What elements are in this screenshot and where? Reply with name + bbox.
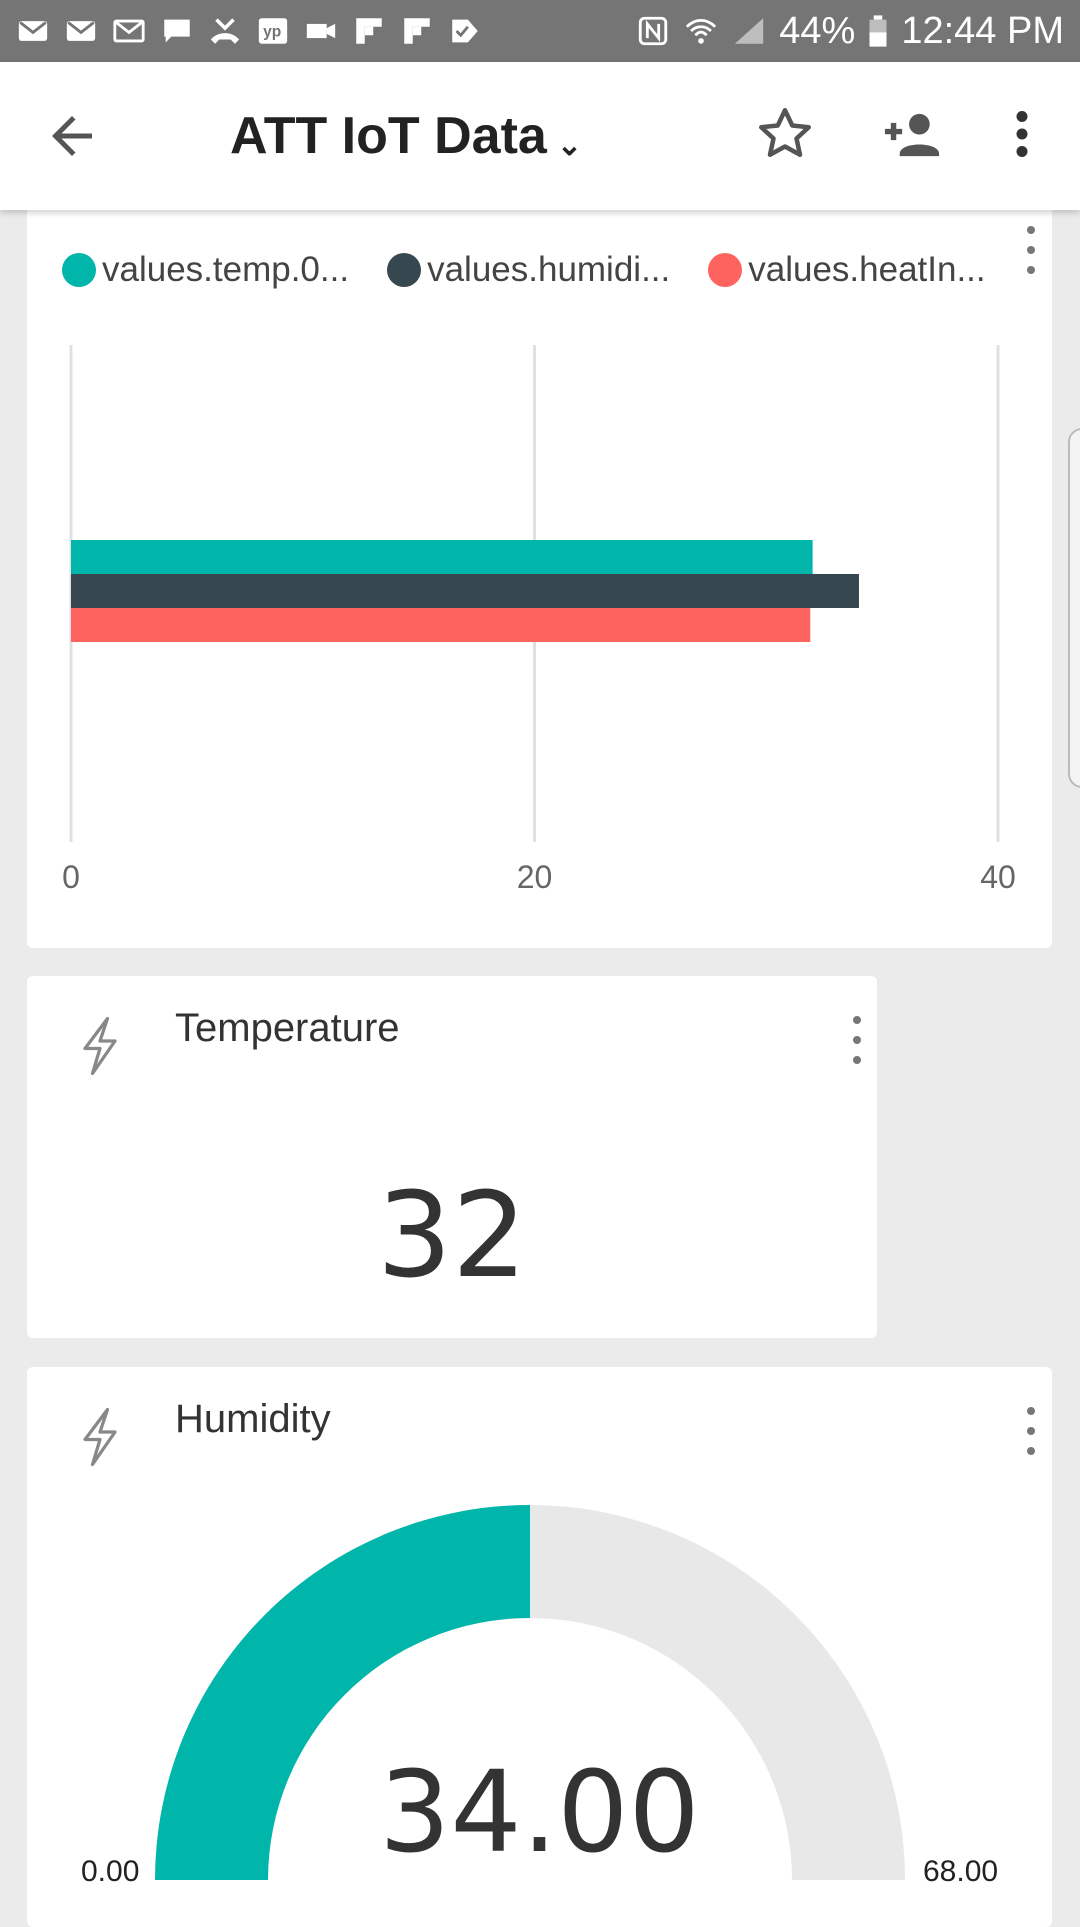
back-button[interactable] [42, 106, 102, 166]
legend-swatch [708, 253, 743, 287]
signal-icon [731, 14, 767, 48]
bar-chart: 0 20 40 [62, 345, 1016, 895]
arrow-left-icon [52, 116, 92, 156]
x-tick-label: 0 [62, 859, 80, 895]
battery-percent: 44% [779, 9, 856, 52]
gmail-icon [112, 14, 146, 48]
status-bar: yp 44% 12:44 PM [0, 0, 1080, 62]
legend-item[interactable]: values.heatIn... [708, 250, 986, 290]
app-bar: ATT IoT Data ⌄ [0, 62, 1080, 210]
share-add-person-button[interactable] [880, 104, 944, 164]
card-title: Humidity [175, 1397, 331, 1441]
legend-label: values.heatIn... [748, 250, 986, 289]
bar-chart-card: 0 20 40 values.temp.0... values.humidi... … [27, 190, 1052, 948]
flipboard-icon [352, 14, 386, 48]
legend-swatch [387, 253, 422, 287]
temperature-value: 32 [376, 1166, 528, 1304]
temperature-card-menu-button[interactable] [839, 1010, 875, 1070]
favorite-button[interactable] [755, 104, 815, 164]
legend-label: values.humidi... [427, 250, 671, 289]
flipboard-icon [400, 14, 434, 48]
legend-item[interactable]: values.humidi... [387, 250, 670, 290]
chat-icon [160, 14, 194, 48]
wifi-icon [683, 14, 719, 48]
nfc-icon [635, 14, 671, 48]
add-person-icon [884, 113, 940, 157]
battery-icon [867, 14, 889, 48]
more-vertical-icon [1027, 226, 1035, 274]
notification-icons: yp [16, 14, 482, 48]
yp-icon: yp [256, 14, 290, 48]
humidity-value: 34.00 [379, 1748, 700, 1878]
gauge-max-label: 68.00 [923, 1855, 999, 1888]
check-tag-icon [448, 14, 482, 48]
legend-item[interactable]: values.temp.0... [62, 250, 349, 290]
legend-swatch [62, 253, 96, 287]
gauge-min-label: 0.00 [81, 1855, 140, 1888]
chevron-down-icon: ⌄ [556, 128, 582, 162]
lightning-icon [75, 1016, 125, 1076]
humidity-card: Humidity 34.00 0.00 68.00 [27, 1367, 1052, 1927]
more-vertical-icon [1016, 111, 1028, 157]
clock: 12:44 PM [901, 9, 1064, 52]
mail-icon [64, 14, 98, 48]
page-title: ATT IoT Data [230, 107, 547, 165]
overflow-menu-button[interactable] [1000, 104, 1044, 164]
x-tick-label: 40 [980, 859, 1016, 895]
svg-text:yp: yp [263, 24, 281, 41]
lightning-icon [75, 1407, 125, 1467]
bar-2[interactable] [71, 574, 859, 608]
chart-legend: values.temp.0... values.humidi... values… [62, 250, 986, 290]
edge-panel-handle[interactable] [1068, 428, 1080, 788]
bar-3[interactable] [71, 608, 811, 642]
chart-card-menu-button[interactable] [1013, 220, 1049, 280]
card-title: Temperature [175, 1006, 400, 1050]
humidity-card-menu-button[interactable] [1013, 1401, 1049, 1461]
video-icon [304, 14, 338, 48]
dashboard-title-dropdown[interactable]: ATT IoT Data ⌄ [230, 106, 582, 166]
system-status: 44% 12:44 PM [635, 10, 1064, 53]
more-vertical-icon [853, 1016, 861, 1064]
temperature-card: Temperature 32 [27, 976, 877, 1338]
star-outline-icon [759, 108, 811, 157]
more-vertical-icon [1027, 1407, 1035, 1455]
bar-1[interactable] [71, 540, 813, 574]
legend-label: values.temp.0... [102, 250, 350, 289]
mail-icon [16, 14, 50, 48]
missed-call-icon [208, 14, 242, 48]
x-tick-label: 20 [517, 859, 553, 895]
